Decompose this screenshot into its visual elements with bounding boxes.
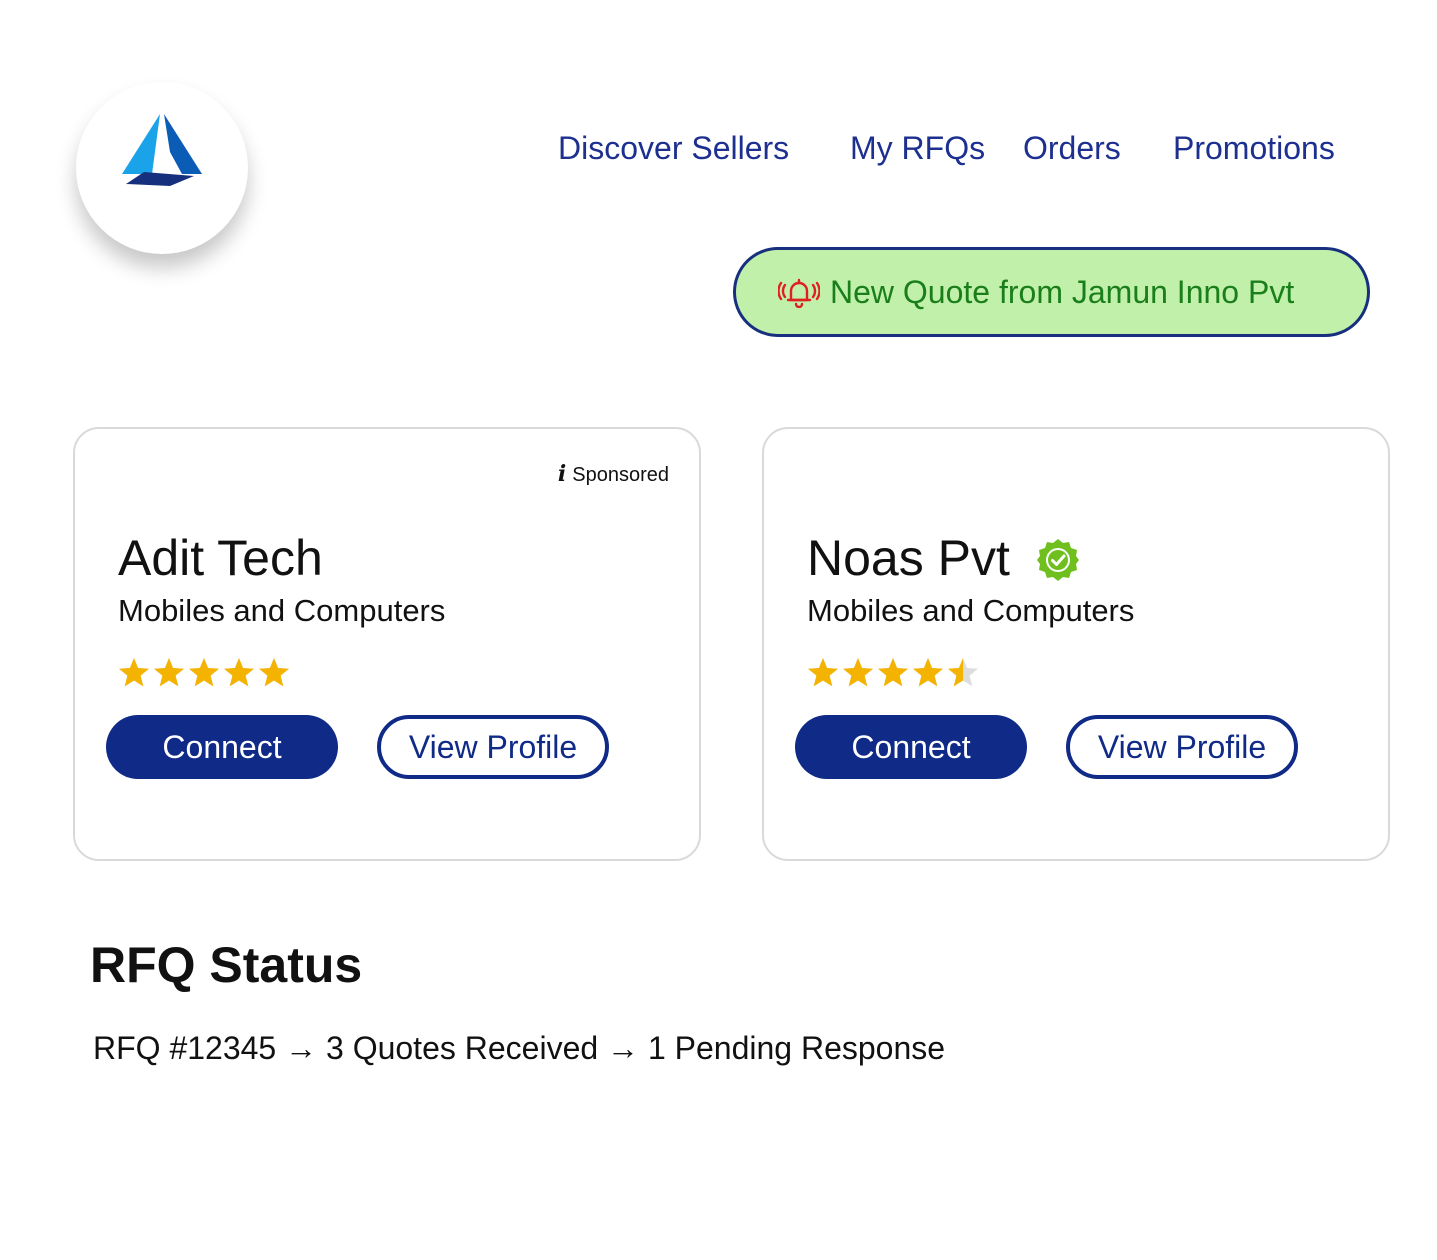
star-icon [224, 658, 254, 687]
connect-button[interactable]: Connect [795, 715, 1027, 779]
connect-button[interactable]: Connect [106, 715, 338, 779]
top-nav: Discover Sellers My RFQs Orders Promotio… [0, 130, 1437, 174]
seller-card-noas-pvt: Noas Pvt Mobiles and Computers Connect V… [762, 427, 1390, 861]
star-rating [118, 657, 290, 689]
rfq-status-line: RFQ #12345 → 3 Quotes Received → 1 Pendi… [93, 1030, 946, 1066]
star-icon [913, 658, 943, 687]
verified-check-icon [1036, 539, 1079, 581]
sponsored-label: Sponsored [572, 464, 669, 486]
star-icon [189, 658, 219, 687]
nav-orders[interactable]: Orders [1023, 130, 1121, 167]
view-profile-button[interactable]: View Profile [1066, 715, 1298, 779]
star-icon [154, 658, 184, 687]
seller-name-text: Noas Pvt [807, 530, 1010, 586]
seller-name-text: Adit Tech [118, 530, 323, 586]
seller-name: Noas Pvt [807, 529, 1080, 587]
star-icon [948, 658, 978, 687]
star-icon [119, 658, 149, 687]
star-rating [807, 657, 979, 689]
new-quote-notification[interactable]: New Quote from Jamun Inno Pvt [733, 247, 1370, 337]
seller-name: Adit Tech [118, 529, 323, 587]
nav-discover-sellers[interactable]: Discover Sellers [558, 130, 789, 167]
notification-text: New Quote from Jamun Inno Pvt [830, 273, 1295, 310]
nav-promotions[interactable]: Promotions [1173, 130, 1335, 167]
seller-category: Mobiles and Computers [118, 593, 446, 628]
bell-ring-icon [778, 278, 820, 308]
seller-category: Mobiles and Computers [807, 593, 1135, 628]
star-icon [259, 658, 289, 687]
page: Discover Sellers My RFQs Orders Promotio… [0, 0, 1437, 1260]
nav-my-rfqs[interactable]: My RFQs [850, 130, 985, 167]
rfq-status-title: RFQ Status [90, 937, 363, 993]
star-icon [843, 658, 873, 687]
seller-card-adit-tech: i Sponsored Adit Tech Mobiles and Comput… [73, 427, 701, 861]
view-profile-button[interactable]: View Profile [377, 715, 609, 779]
info-icon: i [557, 461, 567, 487]
sponsored-badge: i Sponsored [558, 461, 669, 487]
star-icon [808, 658, 838, 687]
star-icon [878, 658, 908, 687]
